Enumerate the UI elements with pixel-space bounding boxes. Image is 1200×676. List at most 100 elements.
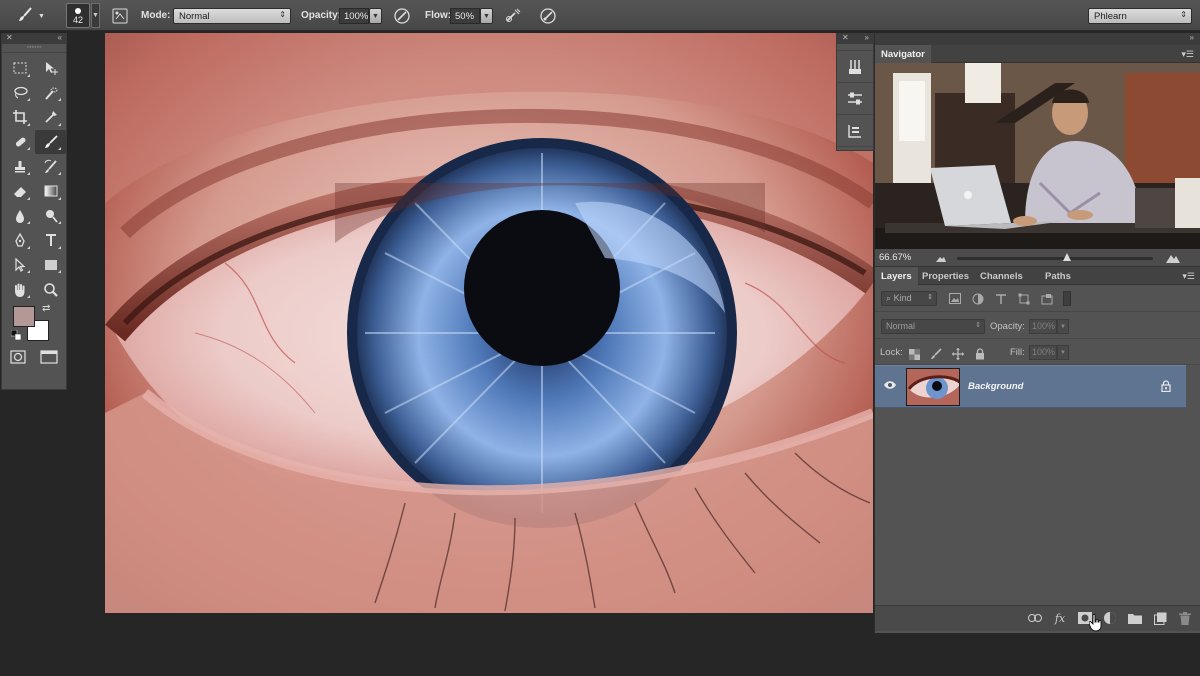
brush-preset-dropdown[interactable]: ▼ (91, 3, 100, 28)
mode-label: Mode: (141, 10, 171, 21)
tab-navigator[interactable]: Navigator (875, 45, 931, 63)
close-icon[interactable]: ✕ (842, 33, 849, 42)
eyedropper-tool[interactable] (35, 105, 66, 130)
pressure-size-button[interactable] (538, 6, 558, 26)
expand-icon[interactable]: » (865, 33, 869, 42)
layers-tab-bar: Layers Properties Channels Paths ▾☰ (875, 267, 1200, 285)
brush-panel-icon (112, 8, 128, 24)
type-layer-filter-icon[interactable] (993, 291, 1009, 306)
spot-healing-tool[interactable] (4, 130, 35, 155)
path-selection-tool[interactable] (4, 253, 35, 278)
new-group-button[interactable] (1127, 610, 1143, 626)
tab-channels[interactable]: Channels (974, 267, 1029, 285)
blur-tool[interactable] (4, 204, 35, 229)
zoom-level[interactable]: 66.67% (879, 252, 911, 263)
brush-tool[interactable] (35, 129, 66, 155)
new-adjustment-layer-button[interactable] (1102, 610, 1118, 626)
lock-position-icon[interactable] (951, 347, 965, 361)
quick-mask-button[interactable] (10, 350, 26, 367)
layer-style-button[interactable]: fx (1052, 610, 1068, 626)
zoom-in-icon[interactable] (1165, 252, 1181, 264)
fill-slider-button[interactable]: ▼ (1057, 345, 1069, 360)
smart-object-filter-icon[interactable] (1039, 291, 1055, 306)
adjustment-layer-filter-icon[interactable] (970, 291, 986, 306)
lock-all-icon[interactable] (973, 347, 987, 361)
lock-transparent-pixels-icon[interactable] (907, 347, 921, 361)
layer-opacity-field[interactable]: 100% (1029, 319, 1057, 334)
tab-properties[interactable]: Properties (916, 267, 975, 285)
lasso-tool[interactable] (4, 81, 35, 106)
eraser-icon (13, 187, 26, 198)
zoom-tool[interactable] (35, 277, 66, 302)
collapse-icon[interactable]: » (1190, 33, 1194, 42)
adjustments-panel-button[interactable] (837, 83, 873, 115)
navigator-preview[interactable] (875, 63, 1200, 249)
swap-colors-icon[interactable]: ⇄ (42, 303, 50, 314)
lock-image-pixels-icon[interactable] (929, 347, 943, 361)
dodge-tool[interactable] (35, 204, 66, 229)
layer-opacity-slider-button[interactable]: ▼ (1057, 319, 1069, 334)
hand-tool[interactable] (4, 277, 35, 302)
delete-layer-button[interactable] (1177, 610, 1193, 626)
sliders-icon (848, 92, 862, 104)
brush-size-value: 42 (72, 15, 83, 25)
quick-selection-tool[interactable] (35, 81, 66, 106)
flow-value: 50% (455, 11, 475, 22)
layer-name[interactable]: Background (968, 381, 1023, 392)
default-colors-icon[interactable] (11, 329, 21, 340)
workspace-switcher[interactable]: Phlearn ⇕ (1088, 8, 1192, 24)
screen-mode-button[interactable] (40, 350, 58, 367)
mode-dropdown[interactable]: Normal ⇕ (173, 8, 291, 24)
blend-mode-dropdown[interactable]: Normal ⇕ (881, 319, 985, 334)
history-panel-button[interactable] (837, 115, 873, 147)
panel-grip[interactable]: ▪▪▪▪▪▪ (2, 44, 66, 53)
gradient-tool[interactable] (35, 179, 66, 204)
airbrush-button[interactable] (503, 6, 523, 26)
tab-paths[interactable]: Paths (1039, 267, 1077, 285)
flow-field[interactable]: 50% (450, 8, 480, 24)
crop-tool[interactable] (4, 105, 35, 130)
document-canvas[interactable] (105, 33, 873, 613)
foreground-color-swatch[interactable] (13, 305, 35, 327)
pen-tool[interactable] (4, 228, 35, 253)
filter-toggle-switch[interactable] (1063, 291, 1071, 306)
tab-layers[interactable]: Layers (875, 267, 918, 285)
pen-icon (14, 233, 25, 248)
navigator-thumbnail-image (875, 63, 1200, 249)
brush-panel-toggle[interactable] (110, 6, 130, 26)
tool-preset-picker[interactable]: ▼ (16, 5, 56, 27)
pressure-opacity-button[interactable] (392, 6, 412, 26)
zoom-slider[interactable] (957, 257, 1153, 260)
type-tool[interactable] (35, 228, 66, 253)
rectangle-tool[interactable] (35, 253, 66, 278)
eraser-tool[interactable] (4, 179, 35, 204)
fill-field[interactable]: 100% (1029, 345, 1057, 360)
new-layer-button[interactable] (1152, 610, 1168, 626)
layers-scrollbar[interactable] (1186, 365, 1200, 605)
pixel-layer-filter-icon[interactable] (947, 291, 963, 306)
layer-thumbnail (906, 368, 960, 406)
close-icon[interactable]: ✕ (6, 33, 13, 42)
kind-filter-dropdown[interactable]: ⌕ Kind ⇕ (881, 291, 937, 306)
clone-stamp-tool[interactable] (4, 154, 35, 179)
flow-slider-button[interactable]: ▼ (480, 8, 493, 24)
brush-presets-icon (849, 59, 861, 74)
layer-row-background[interactable]: Background (875, 365, 1186, 408)
panel-grip[interactable] (837, 44, 873, 51)
chevron-down-icon: ▼ (38, 12, 45, 20)
eye-visibility-icon[interactable] (883, 380, 897, 390)
history-brush-tool[interactable] (35, 154, 66, 179)
opacity-field[interactable]: 100% (339, 8, 369, 24)
panel-menu-icon[interactable]: ▾☰ (1181, 49, 1194, 60)
opacity-slider-button[interactable]: ▼ (369, 8, 382, 24)
collapse-icon[interactable]: « (58, 33, 62, 42)
brush-preset-picker[interactable]: 42 (66, 3, 90, 28)
zoom-slider-thumb[interactable] (1062, 253, 1071, 261)
link-layers-button[interactable] (1027, 610, 1043, 626)
zoom-out-icon[interactable] (935, 253, 947, 263)
brush-presets-panel-button[interactable] (837, 51, 873, 83)
panel-menu-icon[interactable]: ▾☰ (1182, 271, 1195, 282)
move-tool[interactable] (35, 56, 66, 81)
rectangular-marquee-tool[interactable] (4, 56, 35, 81)
shape-layer-filter-icon[interactable] (1016, 291, 1032, 306)
